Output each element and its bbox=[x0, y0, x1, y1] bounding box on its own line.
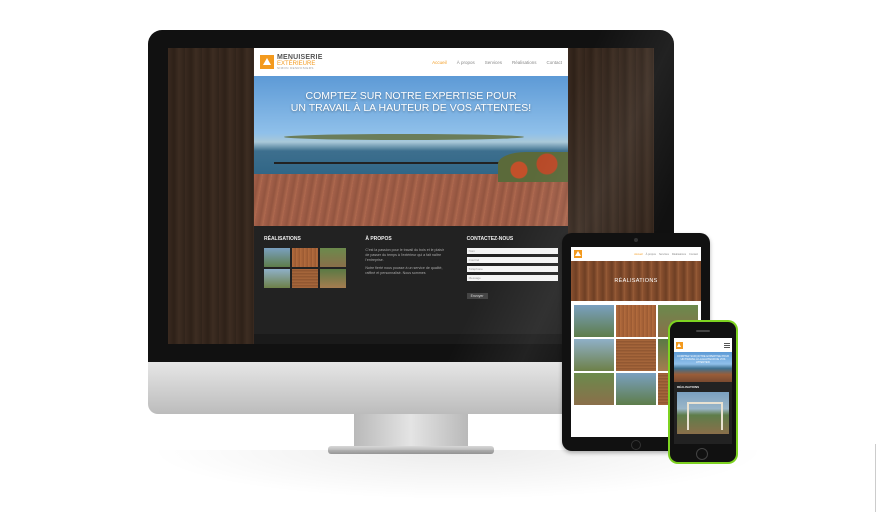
tablet-hero-title: RÉALISATIONS bbox=[614, 278, 658, 284]
phone-hero-text: COMPTEZ SUR NOTRE EXPERTISE POUR UN TRAV… bbox=[674, 355, 732, 364]
footer-col-a-propos: À PROPOS C'est la passion pour le travai… bbox=[365, 236, 456, 302]
website-desktop: MENUISERIE EXTÉRIEURE SIMON DESROSIERS A… bbox=[254, 48, 568, 344]
tablet-nav-realisations[interactable]: Réalisations bbox=[672, 253, 686, 256]
site-logo[interactable]: MENUISERIE EXTÉRIEURE SIMON DESROSIERS bbox=[260, 54, 323, 70]
about-paragraph-2: Notre fierté nous pousse à un service de… bbox=[365, 266, 456, 276]
tablet-hero: RÉALISATIONS bbox=[571, 261, 701, 301]
phone-gallery-photo[interactable] bbox=[677, 392, 729, 434]
site-nav: Accueil À propos Services Réalisations C… bbox=[432, 60, 562, 65]
tablet-nav-accueil[interactable]: Accueil bbox=[634, 253, 642, 256]
device-mockup-stage: MENUISERIE EXTÉRIEURE SIMON DESROSIERS A… bbox=[0, 0, 880, 520]
footer-title-realisations: RÉALISATIONS bbox=[264, 236, 301, 242]
tablet-gallery-item[interactable] bbox=[616, 339, 656, 371]
phone-speaker-icon bbox=[696, 330, 710, 332]
logo-line-3: SIMON DESROSIERS bbox=[277, 66, 314, 70]
tablet-gallery-item[interactable] bbox=[616, 373, 656, 405]
nav-item-realisations[interactable]: Réalisations bbox=[512, 60, 537, 65]
contact-email-field[interactable]: Courriel bbox=[466, 257, 558, 263]
thumbnail-4[interactable] bbox=[264, 269, 290, 288]
tablet-nav-contact[interactable]: Contact bbox=[689, 253, 698, 256]
hero-headline-line-1: COMPTEZ SUR NOTRE EXPERTISE POUR bbox=[305, 90, 517, 102]
tablet-nav: Accueil À propos Services Réalisations C… bbox=[634, 253, 698, 256]
tablet-gallery-item[interactable] bbox=[574, 305, 614, 337]
edge-divider bbox=[875, 444, 876, 512]
contact-name-field[interactable]: Nom bbox=[466, 248, 558, 254]
footer-title-contact: CONTACTEZ-NOUS bbox=[466, 236, 514, 242]
site-header: MENUISERIE EXTÉRIEURE SIMON DESROSIERS A… bbox=[254, 48, 568, 76]
about-line: l'entreprise. bbox=[365, 258, 384, 262]
tablet-logo-icon[interactable] bbox=[574, 250, 582, 258]
phone-body: COMPTEZ SUR NOTRE EXPERTISE POUR UN TRAV… bbox=[670, 322, 736, 462]
monitor-stand bbox=[354, 414, 468, 448]
phone-section-title: RÉALISATIONS bbox=[677, 385, 700, 389]
thumbnail-3[interactable] bbox=[320, 248, 346, 267]
phone-screen: COMPTEZ SUR NOTRE EXPERTISE POUR UN TRAV… bbox=[674, 338, 732, 444]
about-line: raffiné et personnalisé. Nous sommes bbox=[365, 271, 426, 275]
phone-hero: COMPTEZ SUR NOTRE EXPERTISE POUR UN TRAV… bbox=[674, 352, 732, 382]
nav-item-accueil[interactable]: Accueil bbox=[432, 60, 447, 65]
thumbnail-6[interactable] bbox=[320, 269, 346, 288]
tablet-camera-icon bbox=[634, 238, 638, 242]
phone-logo-icon[interactable] bbox=[676, 341, 683, 349]
contact-message-field[interactable]: Message bbox=[466, 275, 558, 281]
phone-device: COMPTEZ SUR NOTRE EXPERTISE POUR UN TRAV… bbox=[668, 320, 738, 464]
thumbnail-2[interactable] bbox=[292, 248, 318, 267]
contact-submit-button[interactable]: Envoyer bbox=[466, 293, 488, 299]
hero-plants bbox=[498, 152, 568, 182]
tablet-home-button[interactable] bbox=[631, 440, 641, 450]
wood-background-left bbox=[168, 48, 254, 344]
phone-site-header bbox=[674, 338, 732, 352]
realisations-thumbnails bbox=[264, 248, 355, 288]
floor-shadow bbox=[148, 450, 768, 500]
nav-item-a-propos[interactable]: À propos bbox=[457, 60, 475, 65]
tablet-nav-a-propos[interactable]: À propos bbox=[646, 253, 656, 256]
nav-item-services[interactable]: Services bbox=[485, 60, 502, 65]
phone-realisations-section: RÉALISATIONS bbox=[674, 382, 732, 444]
logo-triangle-icon bbox=[260, 55, 274, 69]
thumbnail-5[interactable] bbox=[292, 269, 318, 288]
logo-text: MENUISERIE EXTÉRIEURE SIMON DESROSIERS bbox=[277, 54, 323, 70]
tablet-site-header: Accueil À propos Services Réalisations C… bbox=[571, 247, 701, 261]
contact-phone-field[interactable]: Téléphone bbox=[466, 266, 558, 272]
about-paragraph-1: C'est la passion pour le travail du bois… bbox=[365, 248, 456, 263]
hero-headline-line-2: UN TRAVAIL À LA HAUTEUR DE VOS ATTENTES! bbox=[290, 102, 532, 114]
hamburger-menu-icon[interactable] bbox=[724, 342, 730, 348]
site-bottom-bar bbox=[254, 334, 568, 344]
hero-headline: COMPTEZ SUR NOTRE EXPERTISE POUR UN TRAV… bbox=[254, 90, 568, 114]
phone-hero-line-2: UN TRAVAIL À LA HAUTEUR DE VOS ATTENTES! bbox=[680, 358, 726, 364]
tablet-gallery-item[interactable] bbox=[574, 339, 614, 371]
footer-col-contact: CONTACTEZ-NOUS Nom Courriel Téléphone Me… bbox=[466, 236, 558, 302]
logo-line-1: MENUISERIE bbox=[277, 54, 323, 61]
hero-far-shore bbox=[284, 134, 524, 140]
thumbnail-1[interactable] bbox=[264, 248, 290, 267]
tablet-nav-services[interactable]: Services bbox=[659, 253, 669, 256]
footer-col-realisations: RÉALISATIONS bbox=[264, 236, 355, 302]
tablet-gallery-item[interactable] bbox=[616, 305, 656, 337]
nav-item-contact[interactable]: Contact bbox=[546, 60, 562, 65]
hero-banner: COMPTEZ SUR NOTRE EXPERTISE POUR UN TRAV… bbox=[254, 76, 568, 226]
footer-title-a-propos: À PROPOS bbox=[365, 236, 392, 242]
site-footer: RÉALISATIONS À PROPOS C'est la passion p… bbox=[254, 226, 568, 302]
tablet-gallery-item[interactable] bbox=[574, 373, 614, 405]
